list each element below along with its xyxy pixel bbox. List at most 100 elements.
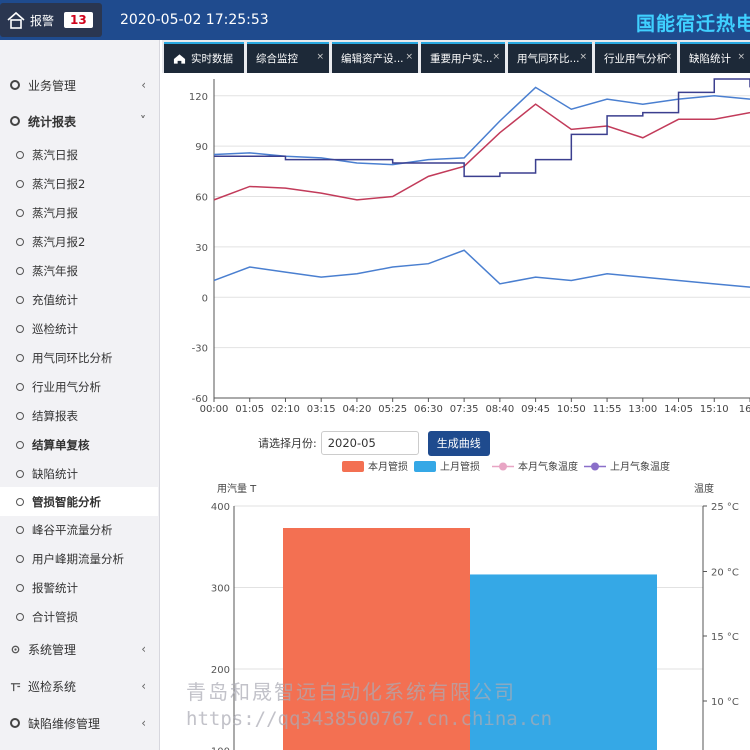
sidebar-group-label: 巡检系统 bbox=[28, 679, 77, 694]
month-input[interactable] bbox=[320, 431, 419, 455]
tab-defects[interactable]: 缺陷统计 × bbox=[680, 42, 750, 73]
x-tick-label: 16:1 bbox=[739, 404, 750, 415]
y-tick-label-left: 400 bbox=[211, 502, 230, 513]
y-axis-title-right: 温度 bbox=[694, 482, 714, 495]
chevron-left-icon: ‹ bbox=[141, 679, 146, 693]
tab-gas-yoy[interactable]: 用气同环比... × bbox=[508, 42, 592, 73]
brand-title: 国能宿迁热电 bbox=[636, 13, 750, 35]
tab-label: 行业用气分析 bbox=[604, 53, 667, 65]
sidebar-item-steam-daily[interactable]: 蒸汽日报 bbox=[0, 140, 158, 169]
chevron-left-icon: ‹ bbox=[141, 716, 146, 730]
y-tick-label-right: 25 °C bbox=[711, 502, 739, 513]
sidebar-item-gas-yoy[interactable]: 用气同环比分析 bbox=[0, 343, 158, 372]
sidebar-item-label: 蒸汽日报 bbox=[32, 147, 78, 162]
sidebar-item-label: 缺陷统计 bbox=[32, 466, 78, 481]
close-icon[interactable]: × bbox=[664, 52, 672, 62]
alarm-count-badge: 13 bbox=[64, 12, 93, 28]
legend-label: 上月气象温度 bbox=[610, 460, 670, 473]
y-tick-label: 60 bbox=[195, 193, 208, 204]
y-tick-label-left: 100 bbox=[211, 747, 230, 750]
x-tick-label: 02:10 bbox=[271, 404, 300, 415]
home-icon bbox=[173, 53, 186, 64]
sidebar-group-patrol[interactable]: 巡检系统 ‹ bbox=[0, 668, 160, 704]
sidebar-item-label: 蒸汽月报 bbox=[32, 205, 78, 220]
sidebar-group-defect-repair[interactable]: 缺陷维修管理 ‹ bbox=[0, 705, 160, 741]
sidebar-item-steam-monthly[interactable]: 蒸汽月报 bbox=[0, 198, 158, 227]
series-line-4 bbox=[213, 249, 750, 288]
tab-industry-gas[interactable]: 行业用气分析 × bbox=[595, 42, 677, 73]
circle-icon bbox=[16, 497, 24, 506]
close-icon[interactable]: × bbox=[316, 52, 324, 62]
tab-label: 编辑资产设... bbox=[341, 53, 404, 65]
close-icon[interactable]: × bbox=[737, 52, 745, 62]
generate-curve-button[interactable]: 生成曲线 bbox=[427, 430, 490, 456]
sidebar-item-total-loss[interactable]: 合计管损 bbox=[0, 602, 158, 631]
sidebar-item-pipe-loss[interactable]: 管损智能分析 bbox=[0, 487, 158, 516]
circle-icon bbox=[16, 554, 24, 563]
sidebar-item-inspection[interactable]: 巡检统计 bbox=[0, 314, 158, 343]
legend-label: 上月管损 bbox=[440, 460, 480, 473]
sidebar-item-label: 蒸汽月报2 bbox=[32, 234, 86, 249]
y-tick-label: 0 bbox=[202, 293, 208, 304]
sidebar-item-label: 峰谷平流量分析 bbox=[32, 522, 113, 537]
y-tick-label-left: 300 bbox=[211, 584, 230, 595]
alarm-button[interactable]: 报警 13 bbox=[0, 3, 102, 37]
circle-icon bbox=[16, 411, 24, 420]
sidebar-item-alarms[interactable]: 报警统计 bbox=[0, 573, 158, 602]
circle-icon bbox=[16, 353, 24, 362]
sidebar-group-label: 业务管理 bbox=[28, 78, 77, 93]
sidebar-item-steam-yearly[interactable]: 蒸汽年报 bbox=[0, 256, 158, 285]
realtime-line-chart: 1209060300-30-6000:00 01:05 02:10 03:15 04:2… bbox=[189, 78, 750, 415]
sidebar-group-business[interactable]: 业务管理 ‹ bbox=[0, 67, 160, 103]
sidebar-item-steam-daily-2[interactable]: 蒸汽日报2 bbox=[0, 169, 158, 198]
current-datetime: 2020-05-02 17:25:53 bbox=[120, 12, 269, 28]
sidebar-item-recharge[interactable]: 充值统计 bbox=[0, 285, 158, 314]
y-tick-label-right: 15 °C bbox=[711, 632, 739, 643]
legend-swatch bbox=[342, 461, 364, 472]
sidebar-group-system[interactable]: 系统管理 ‹ bbox=[0, 631, 160, 667]
tab-key-users[interactable]: 重要用户实... × bbox=[421, 42, 505, 73]
sidebar-item-label: 蒸汽年报 bbox=[32, 263, 78, 278]
circle-icon bbox=[16, 612, 24, 621]
sidebar-item-defects[interactable]: 缺陷统计 bbox=[0, 459, 158, 488]
sidebar-item-user-peak[interactable]: 用户峰期流量分析 bbox=[0, 544, 158, 573]
circle-icon bbox=[16, 179, 24, 188]
month-label: 请选择月份: bbox=[258, 437, 317, 450]
home-alarm-icon bbox=[7, 11, 25, 29]
tab-realtime[interactable]: 实时数据 bbox=[164, 42, 244, 73]
watermark-company: 青岛和晟智远自动化系统有限公司 bbox=[186, 680, 516, 704]
tab-overview[interactable]: 综合监控 × bbox=[247, 42, 329, 73]
sidebar-group-label: 缺陷维修管理 bbox=[28, 716, 101, 731]
chevron-left-icon: ‹ bbox=[141, 642, 146, 656]
chevron-down-icon: ˅ bbox=[140, 114, 146, 128]
x-tick-label: 03:15 bbox=[307, 404, 336, 415]
chevron-left-icon: ‹ bbox=[141, 78, 146, 92]
x-tick-label: 04:20 bbox=[343, 404, 372, 415]
x-tick-label: 14:05 bbox=[664, 404, 693, 415]
x-tick-label: 00:00 bbox=[200, 404, 229, 415]
sidebar-item-label: 合计管损 bbox=[32, 609, 78, 624]
y-tick-label: 120 bbox=[189, 92, 208, 103]
sidebar-item-label: 行业用气分析 bbox=[32, 379, 101, 394]
sidebar-group-reports[interactable]: 统计报表 ˅ bbox=[0, 103, 160, 139]
sidebar-item-peak-valley[interactable]: 峰谷平流量分析 bbox=[0, 515, 158, 544]
sidebar-item-settlement[interactable]: 结算报表 bbox=[0, 401, 158, 430]
sidebar-item-label: 管损智能分析 bbox=[32, 494, 101, 509]
tab-label: 缺陷统计 bbox=[689, 53, 731, 65]
sidebar-item-industry-gas[interactable]: 行业用气分析 bbox=[0, 372, 158, 401]
watermark-url: https://qq3438500767.cn.china.cn bbox=[186, 708, 553, 730]
close-icon[interactable]: × bbox=[405, 52, 413, 62]
tab-label: 用气同环比... bbox=[517, 53, 580, 65]
tab-edit-assets[interactable]: 编辑资产设... × bbox=[332, 42, 418, 73]
top-bar: 报警 13 2020-05-02 17:25:53 国能宿迁热电 bbox=[0, 0, 750, 40]
close-icon[interactable]: × bbox=[579, 52, 587, 62]
x-tick-label: 08:40 bbox=[485, 404, 514, 415]
sidebar-item-label: 结算单复核 bbox=[32, 437, 90, 452]
series-line-1 bbox=[213, 86, 750, 166]
sidebar-item-settlement-review[interactable]: 结算单复核 bbox=[0, 430, 158, 459]
legend-label: 本月气象温度 bbox=[518, 460, 578, 473]
sidebar-item-steam-monthly-2[interactable]: 蒸汽月报2 bbox=[0, 227, 158, 256]
circle-icon bbox=[16, 583, 24, 592]
pipe-loss-bar-chart: 本月管损 上月管损 本月气象温度 上月气象温度用汽量 T 温度 400 300 200 100 2… bbox=[211, 460, 739, 750]
close-icon[interactable]: × bbox=[492, 52, 500, 62]
